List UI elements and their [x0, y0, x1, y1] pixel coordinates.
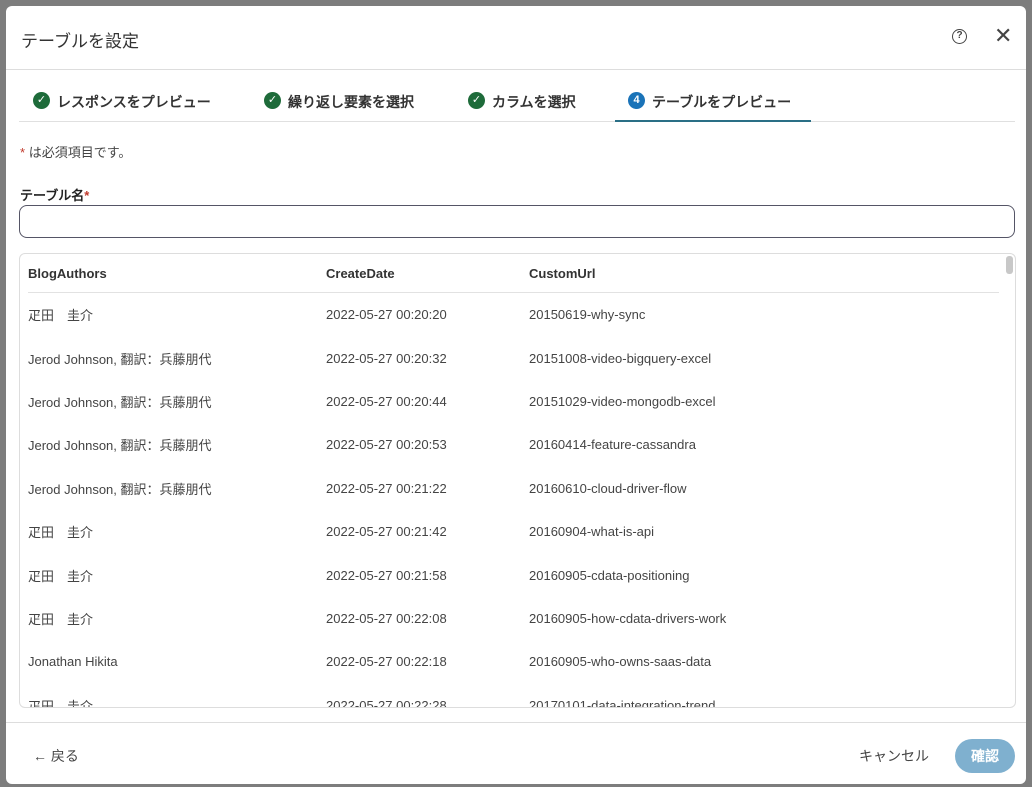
table-cell: 20151029-video-mongodb-excel [529, 393, 716, 409]
table-cell: 20160905-how-cdata-drivers-work [529, 610, 727, 626]
configure-table-dialog: テーブルを設定 ? ✕ ✓ レスポンスをプレビュー ✓ 繰り返し要素を選択 ✓ カラム… [6, 6, 1026, 784]
label-text: テーブル名 [20, 188, 85, 203]
preview-table: BlogAuthors CreateDate CustomUrl 疋田 圭介 20… [19, 253, 1016, 708]
close-icon[interactable]: ✕ [994, 24, 1012, 48]
confirm-button[interactable]: 確認 [955, 739, 1015, 773]
table-cell: 2022-05-27 00:22:18 [326, 654, 447, 670]
table-cell: 2022-05-27 00:20:53 [326, 437, 447, 453]
table-row: Jerod Johnson, 翻訳：兵藤朋代 2022-05-27 00:21:2… [28, 467, 999, 510]
check-icon: ✓ [33, 92, 50, 109]
table-cell: Jonathan Hikita [28, 654, 118, 670]
dialog-header: テーブルを設定 ? ✕ [6, 6, 1026, 70]
check-icon: ✓ [264, 92, 281, 109]
table-cell: 20160414-feature-cassandra [529, 437, 696, 453]
cancel-button[interactable]: キャンセル [859, 746, 929, 766]
column-header: BlogAuthors [28, 265, 107, 281]
table-cell: Jerod Johnson, 翻訳：兵藤朋代 [28, 438, 212, 454]
table-cell: Jerod Johnson, 翻訳：兵藤朋代 [28, 351, 212, 367]
column-header: CreateDate [326, 265, 395, 281]
table-cell: Jerod Johnson, 翻訳：兵藤朋代 [28, 481, 212, 497]
scrollbar[interactable] [1006, 256, 1013, 274]
table-row: 疋田 圭介 2022-05-27 00:20:20 20150619-why-syn… [28, 293, 999, 336]
table-row: Jerod Johnson, 翻訳：兵藤朋代 2022-05-27 00:20:5… [28, 423, 999, 466]
step-preview-response[interactable]: ✓ レスポンスをプレビュー [33, 86, 211, 122]
step-number-icon: 4 [628, 92, 645, 109]
step-select-repeat-element[interactable]: ✓ 繰り返し要素を選択 [264, 86, 414, 122]
table-row: 疋田 圭介 2022-05-27 00:21:58 20160905-cdata-p… [28, 553, 999, 596]
table-cell: 20151008-video-bigquery-excel [529, 350, 712, 366]
step-preview-table[interactable]: 4 テーブルをプレビュー [615, 86, 811, 122]
table-cell: 2022-05-27 00:20:32 [326, 350, 447, 366]
table-row: Jonathan Hikita 2022-05-27 00:22:18 201609… [28, 640, 999, 683]
table-cell: 20160904-what-is-api [529, 524, 655, 540]
table-row: 疋田 圭介 2022-05-27 00:22:08 20160905-how-cda… [28, 597, 999, 640]
table-row: 疋田 圭介 2022-05-27 00:21:42 20160904-what-is… [28, 510, 999, 553]
table-cell: 2022-05-27 00:21:58 [326, 567, 447, 583]
table-cell: 2022-05-27 00:20:44 [326, 393, 447, 409]
wizard-steps: ✓ レスポンスをプレビュー ✓ 繰り返し要素を選択 ✓ カラムを選択 4 テーブルをプレ… [19, 86, 1015, 122]
table-cell: 疋田 圭介 [28, 525, 94, 541]
step-select-columns[interactable]: ✓ カラムを選択 [468, 86, 576, 122]
step-label: テーブルをプレビュー [652, 94, 792, 110]
table-cell: Jerod Johnson, 翻訳：兵藤朋代 [28, 394, 212, 410]
table-cell: 20160905-who-owns-saas-data [529, 654, 712, 670]
table-cell: 20160905-cdata-positioning [529, 567, 690, 583]
table-header: BlogAuthors CreateDate CustomUrl [28, 254, 999, 293]
required-star: * [84, 188, 90, 203]
table-cell: 2022-05-27 00:22:08 [326, 610, 447, 626]
step-label: カラムを選択 [492, 94, 576, 110]
required-note-text: は必須項目です。 [28, 145, 132, 160]
table-cell: 20160610-cloud-driver-flow [529, 480, 687, 496]
table-row: 疋田 圭介 2022-05-27 00:22:28 20170101-data-in… [28, 684, 999, 708]
table-cell: 2022-05-27 00:22:28 [326, 697, 447, 708]
table-row: Jerod Johnson, 翻訳：兵藤朋代 2022-05-27 00:20:3… [28, 336, 999, 379]
required-star: * [20, 145, 26, 160]
step-label: 繰り返し要素を選択 [288, 94, 414, 110]
table-cell: 20170101-data-integration-trend [529, 697, 716, 708]
table-cell: 20150619-why-sync [529, 307, 646, 323]
table-cell: 2022-05-27 00:21:22 [326, 480, 447, 496]
table-cell: 疋田 圭介 [28, 698, 94, 708]
back-button[interactable]: ← 戻る [33, 746, 79, 766]
table-cell: 2022-05-27 00:20:20 [326, 307, 447, 323]
table-cell: 2022-05-27 00:21:42 [326, 524, 447, 540]
help-icon[interactable]: ? [952, 29, 967, 44]
required-note: * は必須項目です。 [20, 142, 131, 161]
table-name-label: テーブル名* [20, 185, 89, 204]
dialog-footer: ← 戻る キャンセル 確認 [6, 722, 1026, 784]
table-cell: 疋田 圭介 [28, 611, 94, 627]
table-name-input[interactable] [19, 205, 1015, 238]
table-cell: 疋田 圭介 [28, 568, 94, 584]
step-label: レスポンスをプレビュー [57, 94, 211, 110]
dialog-title: テーブルを設定 [21, 32, 139, 51]
table-cell: 疋田 圭介 [28, 308, 94, 324]
column-header: CustomUrl [529, 265, 596, 281]
table-row: Jerod Johnson, 翻訳：兵藤朋代 2022-05-27 00:20:4… [28, 380, 999, 423]
check-icon: ✓ [468, 92, 485, 109]
